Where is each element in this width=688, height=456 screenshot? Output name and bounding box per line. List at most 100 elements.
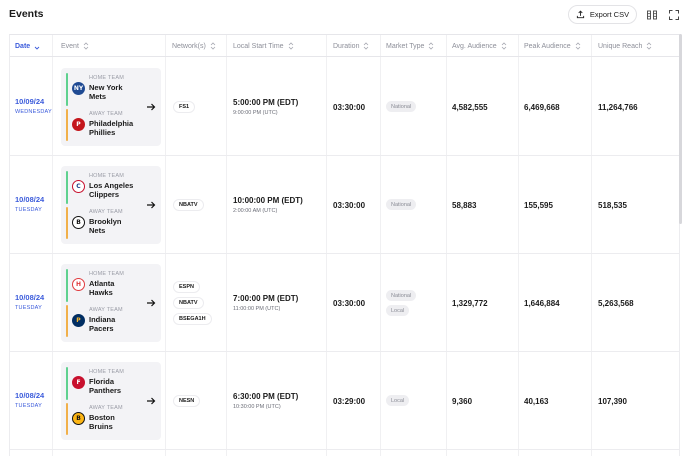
unique-reach: 11,264,766: [598, 103, 638, 112]
away-team-label: AWAY TEAM: [89, 111, 123, 117]
duration: 03:30:00: [333, 201, 366, 210]
arrow-right-icon[interactable]: [146, 298, 156, 308]
nets-logo-icon: B: [72, 216, 85, 229]
avg-audience: 1,329,772: [452, 299, 488, 308]
sort-icon: [647, 42, 652, 50]
away-team-label: AWAY TEAM: [89, 405, 123, 411]
unique-reach: 107,390: [598, 397, 627, 406]
away-team-label: AWAY TEAM: [89, 209, 123, 215]
row-date: 10/09/24: [15, 97, 45, 106]
panthers-logo-icon: F: [72, 376, 85, 389]
table-row[interactable]: 10/08/24 TUESDAY H HOME TEAM Atlanta Hawk…: [10, 254, 679, 352]
away-team-label: AWAY TEAM: [89, 307, 123, 313]
header-unique-reach-label: Unique Reach: [598, 42, 643, 50]
network-badge: FS1: [173, 101, 196, 113]
events-table: Date Event Network(s) Local Start Time D…: [9, 34, 680, 456]
header-networks-label: Network(s): [172, 42, 206, 50]
avg-audience: 58,883: [452, 201, 477, 210]
header-duration[interactable]: Duration: [333, 35, 369, 57]
sort-icon: [210, 42, 216, 50]
page-title: Events: [9, 8, 44, 20]
row-weekday: TUESDAY: [15, 207, 42, 213]
home-team-label: HOME TEAM: [89, 369, 125, 375]
peak-audience: 6,469,668: [524, 103, 560, 112]
header-market-type-label: Market Type: [386, 42, 425, 50]
export-csv-label: Export CSV: [589, 10, 630, 19]
network-badge: BSEGA1H: [173, 313, 212, 325]
away-team-bar: [66, 305, 68, 337]
sort-icon: [288, 42, 293, 50]
avg-audience: 9,360: [452, 397, 473, 406]
away-team-name: Boston Bruins: [89, 413, 115, 431]
fullscreen-icon[interactable]: [668, 8, 680, 20]
start-time-utc: 2:00:00 AM (UTC): [233, 208, 278, 214]
home-team-bar: [66, 269, 68, 302]
header-networks[interactable]: Network(s): [172, 35, 216, 57]
sort-icon: [429, 42, 434, 50]
bruins-logo-icon: B: [72, 412, 85, 425]
start-time-utc: 9:00:00 PM (UTC): [233, 110, 278, 116]
hawks-logo-icon: H: [72, 278, 85, 291]
home-team-label: HOME TEAM: [89, 173, 125, 179]
market-type-badge: Local: [386, 395, 410, 406]
sort-icon: [575, 42, 580, 50]
table-header: Date Event Network(s) Local Start Time D…: [10, 35, 679, 57]
unique-reach: 5,263,568: [598, 299, 634, 308]
header-market-type[interactable]: Market Type: [386, 35, 434, 57]
home-team-name: New York Mets: [89, 83, 123, 101]
header-unique-reach[interactable]: Unique Reach: [598, 35, 652, 57]
home-team-label: HOME TEAM: [89, 75, 125, 81]
header-date-label: Date: [15, 42, 31, 50]
home-team-bar: [66, 367, 68, 400]
market-type-badge: Local: [386, 305, 410, 316]
header-avg-audience[interactable]: Avg. Audience: [452, 35, 507, 57]
upload-icon: [576, 10, 585, 19]
phillies-logo-icon: P: [72, 118, 85, 131]
start-time: 7:00:00 PM (EDT): [233, 294, 299, 303]
header-event-label: Event: [61, 42, 79, 50]
header-date[interactable]: Date: [15, 35, 40, 57]
pacers-logo-icon: P: [72, 314, 85, 327]
duration: 03:29:00: [333, 397, 366, 406]
home-team-bar: [66, 171, 68, 204]
table-row[interactable]: 10/09/24 WEDNESDAY NY HOME TEAM New York…: [10, 58, 679, 156]
table-row[interactable]: 10/08/24 TUESDAY F HOME TEAM Florida Pant…: [10, 352, 679, 450]
home-team-name: Los Angeles Clippers: [89, 181, 134, 199]
home-team-name: Atlanta Hawks: [89, 279, 115, 297]
network-badge: NESN: [173, 395, 201, 407]
away-team-name: Brooklyn Nets: [89, 217, 122, 235]
row-weekday: WEDNESDAY: [15, 109, 52, 115]
header-start-time-label: Local Start Time: [233, 42, 284, 50]
row-weekday: TUESDAY: [15, 305, 42, 311]
start-time-utc: 10:30:00 PM (UTC): [233, 404, 281, 410]
header-duration-label: Duration: [333, 42, 360, 50]
arrow-right-icon[interactable]: [146, 102, 156, 112]
home-team-label: HOME TEAM: [89, 271, 125, 277]
start-time: 10:00:00 PM (EDT): [233, 196, 303, 205]
vertical-scrollbar[interactable]: [679, 34, 682, 224]
export-csv-button[interactable]: Export CSV: [568, 5, 637, 24]
start-time: 5:00:00 PM (EDT): [233, 98, 299, 107]
arrow-right-icon[interactable]: [146, 200, 156, 210]
table-row[interactable]: 10/08/24 TUESDAY C HOME TEAM Los Angeles…: [10, 156, 679, 254]
network-badge: ESPN: [173, 281, 200, 293]
market-type-badge: National: [386, 101, 417, 112]
header-peak-audience-label: Peak Audience: [524, 42, 571, 50]
columns-icon[interactable]: [646, 8, 658, 20]
peak-audience: 155,595: [524, 201, 553, 210]
duration: 03:30:00: [333, 103, 366, 112]
header-event[interactable]: Event: [61, 35, 89, 57]
mets-logo-icon: NY: [72, 82, 85, 95]
header-start-time[interactable]: Local Start Time: [233, 35, 294, 57]
sort-desc-icon: [34, 46, 40, 50]
start-time-utc: 11:00:00 PM (UTC): [233, 306, 281, 312]
arrow-right-icon[interactable]: [146, 396, 156, 406]
home-team-bar: [66, 73, 68, 106]
sort-icon: [83, 42, 89, 50]
row-date: 10/08/24: [15, 293, 45, 302]
header-peak-audience[interactable]: Peak Audience: [524, 35, 581, 57]
home-team-name: Florida Panthers: [89, 377, 122, 395]
top-bar: Events Export CSV: [0, 0, 688, 30]
network-badge: NBATV: [173, 199, 204, 211]
away-team-bar: [66, 109, 68, 141]
